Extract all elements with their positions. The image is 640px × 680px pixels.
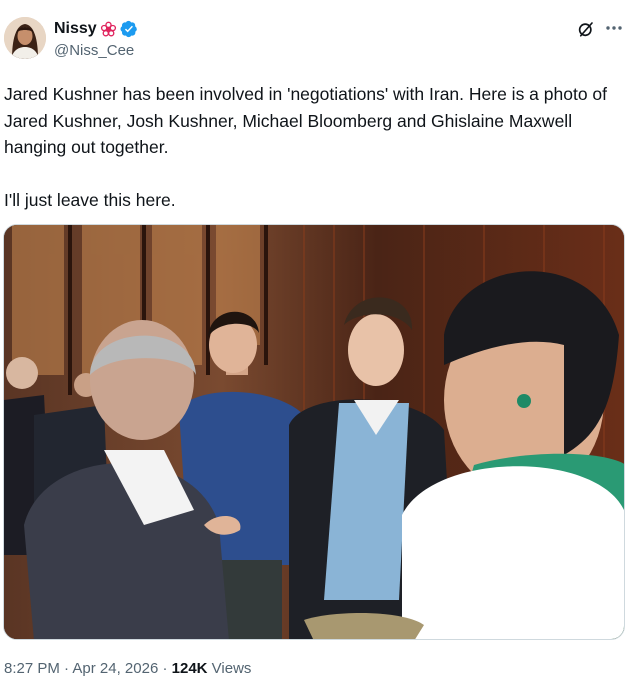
photo-image xyxy=(4,225,624,639)
views-count[interactable]: 124K xyxy=(172,660,208,677)
meta-separator: · xyxy=(59,660,73,677)
author-handle[interactable]: @Niss_Cee xyxy=(54,41,134,61)
grok-icon[interactable] xyxy=(577,20,595,38)
flower-badge-icon xyxy=(100,21,116,36)
tweet-paragraph: I'll just leave this here. xyxy=(4,189,176,210)
tweet-date[interactable]: Apr 24, 2026 xyxy=(72,660,158,677)
more-icon[interactable] xyxy=(604,18,624,38)
tweet-photo[interactable] xyxy=(3,224,625,640)
tweet-time[interactable]: 8:27 PM xyxy=(4,660,60,677)
tweet-text: Jared Kushner has been involved in 'nego… xyxy=(4,81,630,213)
display-name[interactable]: Nissy xyxy=(54,19,97,39)
meta-separator: · xyxy=(158,660,172,677)
verified-badge-icon[interactable] xyxy=(120,20,138,38)
avatar-image xyxy=(4,17,46,59)
tweet-paragraph: Jared Kushner has been involved in 'nego… xyxy=(4,84,608,157)
views-label: Views xyxy=(207,660,252,677)
display-name-row[interactable]: Nissy xyxy=(54,19,138,39)
tweet-metadata: 8:27 PM · Apr 24, 2026 · 124K Views xyxy=(4,659,251,679)
avatar[interactable] xyxy=(4,17,46,59)
